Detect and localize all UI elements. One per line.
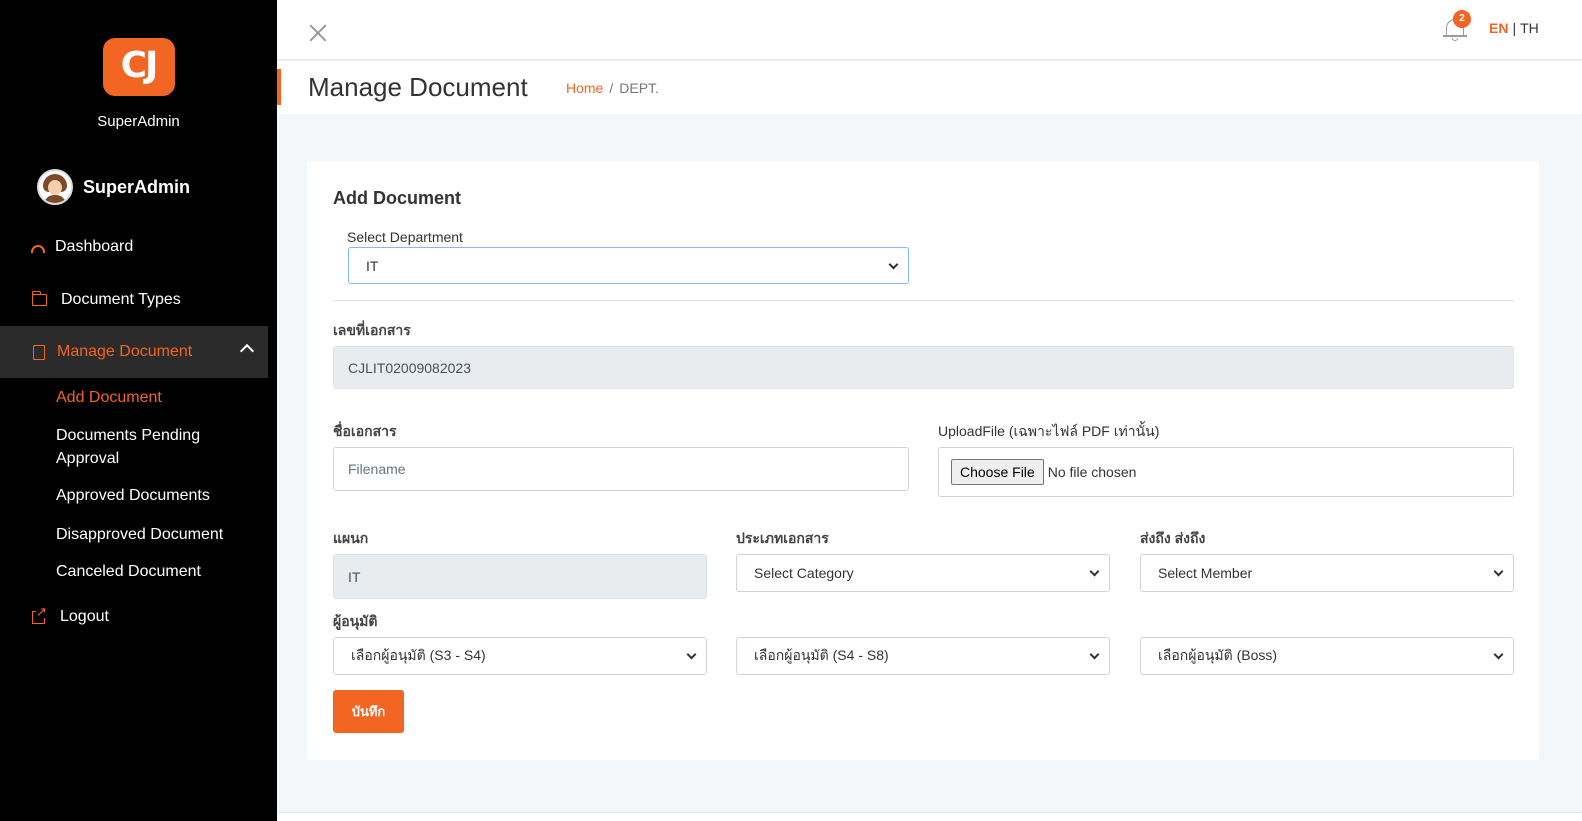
- sidebar-subitem-canceled[interactable]: Canceled Document: [56, 560, 246, 583]
- lang-en-link[interactable]: EN: [1489, 20, 1508, 36]
- sidebar-item-logout[interactable]: Logout: [0, 591, 268, 643]
- sidebar-item-label: Manage Document: [57, 343, 193, 360]
- page-title: Manage Document: [308, 72, 528, 102]
- sidebar-subitem-disapproved[interactable]: Disapproved Document: [56, 523, 246, 546]
- chevron-down-icon: [1089, 566, 1100, 577]
- sidebar-subitem-approved[interactable]: Approved Documents: [56, 484, 246, 507]
- doc-number-field[interactable]: CJLIT02009082023: [333, 346, 1514, 389]
- upload-label: UploadFile (เฉพาะไฟล์ PDF เท่านั้น): [938, 423, 1160, 439]
- dashboard-icon: [31, 244, 45, 253]
- breadcrumb-home-link[interactable]: Home: [566, 80, 603, 96]
- filename-input[interactable]: Filename: [333, 447, 909, 491]
- breadcrumb-current: DEPT.: [619, 80, 659, 96]
- page-header: Manage Document Home / DEPT.: [277, 61, 1582, 114]
- doc-type-label: ประเภทเอกสาร: [736, 530, 829, 546]
- approver-select-value: เลือกผู้อนุมัติ (S3 - S4): [351, 647, 486, 663]
- approver-boss-select[interactable]: เลือกผู้อนุมัติ (Boss): [1140, 637, 1514, 675]
- sidebar-item-manage-document[interactable]: Manage Document: [0, 326, 268, 378]
- section-field[interactable]: IT: [333, 554, 707, 599]
- section-label: แผนก: [333, 530, 369, 546]
- cj-logo[interactable]: CJ: [102, 38, 175, 96]
- user-profile: SuperAdmin: [37, 169, 190, 205]
- department-select[interactable]: IT: [348, 247, 909, 284]
- language-switcher: EN | TH: [1489, 20, 1539, 36]
- chevron-down-icon: [1089, 649, 1100, 660]
- breadcrumb-separator: /: [609, 80, 614, 96]
- section-value: IT: [348, 568, 361, 585]
- chevron-down-icon: [1493, 649, 1504, 660]
- notification-badge: 2: [1453, 10, 1471, 28]
- external-link-icon: [32, 604, 47, 624]
- user-name: SuperAdmin: [83, 176, 191, 197]
- doc-number-label: เลขที่เอกสาร: [333, 322, 411, 338]
- title-accent-bar: [277, 69, 281, 105]
- top-bar: 2 EN | TH: [277, 0, 1582, 60]
- card-title: Add Document: [333, 188, 461, 208]
- approver-s4-s8-select[interactable]: เลือกผู้อนุมัติ (S4 - S8): [736, 637, 1110, 675]
- chevron-down-icon: [888, 259, 899, 270]
- sidebar: CJ SuperAdmin SuperAdmin Dashboard Docum…: [0, 0, 277, 821]
- category-select[interactable]: Select Category: [736, 554, 1110, 592]
- add-document-card: Add Document Select Department IT เลขที่…: [307, 161, 1539, 760]
- avatar: [37, 169, 73, 205]
- doc-number-value: CJLIT02009082023: [348, 359, 471, 376]
- sidebar-subitem-pending-approval[interactable]: Documents Pending Approval: [56, 424, 246, 470]
- sidebar-item-label: Dashboard: [55, 238, 134, 255]
- sidebar-item-dashboard[interactable]: Dashboard: [0, 221, 268, 273]
- doc-name-label: ชื่อเอกสาร: [333, 423, 397, 439]
- sidebar-item-label: Logout: [60, 608, 109, 625]
- approver-label: ผู้อนุมัติ: [333, 613, 378, 629]
- lang-th-link[interactable]: TH: [1520, 20, 1539, 36]
- file-icon: [33, 344, 45, 360]
- chevron-down-icon: [1493, 566, 1504, 577]
- department-select-value: IT: [366, 257, 379, 274]
- member-select[interactable]: Select Member: [1140, 554, 1514, 592]
- brand-subtitle: SuperAdmin: [97, 113, 180, 130]
- chevron-up-icon[interactable]: [239, 343, 255, 359]
- approver-select-value: เลือกผู้อนุมัติ (S4 - S8): [754, 647, 889, 663]
- breadcrumb: Home / DEPT.: [566, 80, 659, 96]
- category-select-value: Select Category: [754, 565, 854, 581]
- lang-separator: |: [1512, 20, 1517, 36]
- save-button[interactable]: บันทึก: [333, 690, 404, 733]
- sidebar-item-document-types[interactable]: Document Types: [0, 274, 268, 326]
- no-file-text: No file chosen: [1047, 464, 1137, 480]
- sidebar-subitem-add-document[interactable]: Add Document: [56, 386, 246, 409]
- choose-file-button[interactable]: Choose File: [951, 459, 1044, 485]
- approver-s3-s4-select[interactable]: เลือกผู้อนุมัติ (S3 - S4): [333, 637, 707, 675]
- file-upload-input[interactable]: Choose File No file chosen: [938, 447, 1514, 497]
- footer-strip: [277, 812, 1582, 821]
- send-to-label: ส่งถึง ส่งถึง: [1140, 530, 1206, 546]
- logo-text: CJ: [120, 45, 159, 86]
- folder-icon: [31, 291, 47, 306]
- department-label: Select Department: [347, 229, 463, 245]
- member-select-value: Select Member: [1158, 565, 1253, 581]
- chevron-down-icon: [686, 649, 697, 660]
- sidebar-item-label: Document Types: [61, 291, 181, 308]
- divider: [333, 300, 1514, 301]
- filename-placeholder: Filename: [348, 461, 406, 477]
- brand: CJ SuperAdmin: [0, 38, 277, 130]
- close-icon[interactable]: [307, 22, 329, 44]
- approver-select-value: เลือกผู้อนุมัติ (Boss): [1158, 647, 1278, 663]
